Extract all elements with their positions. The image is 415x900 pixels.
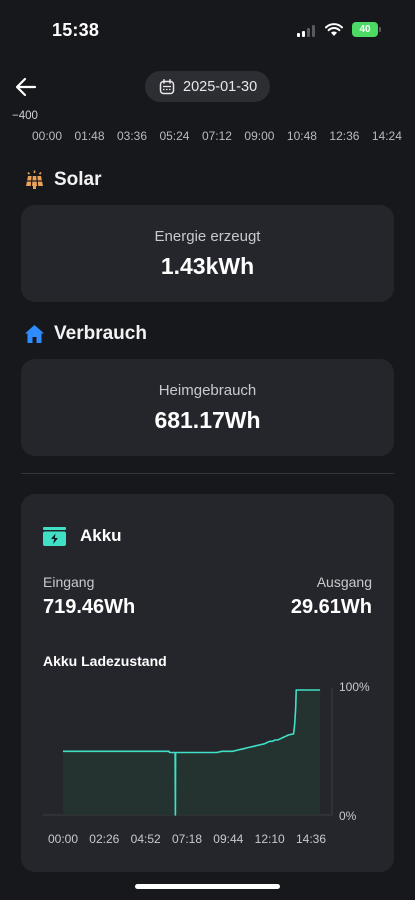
battery-level: 40	[359, 24, 371, 35]
soc-x-tick: 04:52	[131, 832, 161, 846]
back-arrow-icon[interactable]	[14, 76, 38, 98]
x-tick: 07:12	[201, 129, 232, 143]
battery-tip	[379, 27, 381, 32]
soc-x-tick: 00:00	[48, 832, 78, 846]
home-usage-label: Heimgebrauch	[158, 381, 257, 399]
date-picker-button[interactable]: 2025-01-30	[145, 71, 270, 102]
calendar-icon	[159, 78, 175, 94]
verbrauch-title: Verbrauch	[54, 323, 147, 344]
status-time: 15:38	[52, 20, 100, 40]
top-chart-y-label: −400	[12, 110, 38, 122]
home-usage-value: 681.17Wh	[154, 406, 261, 433]
section-divider	[21, 473, 394, 474]
soc-y-tick: 100%	[339, 680, 370, 694]
solar-energy-card: Energie erzeugt 1.43kWh	[21, 205, 394, 302]
akku-card: Akku Eingang 719.46Wh Ausgang 29.61Wh Ak…	[21, 494, 394, 872]
home-icon	[25, 325, 44, 343]
soc-x-tick: 14:36	[296, 832, 326, 846]
x-tick: 00:00	[32, 129, 63, 143]
home-indicator	[135, 884, 280, 889]
solar-title: Solar	[54, 169, 102, 190]
soc-x-tick: 09:44	[213, 832, 243, 846]
soc-x-tick: 12:10	[255, 832, 285, 846]
x-tick: 14:24	[371, 129, 402, 143]
verbrauch-section-title: Verbrauch	[24, 323, 147, 345]
battery-icon: 40	[352, 22, 378, 37]
solar-energy-value: 1.43kWh	[160, 252, 255, 279]
wifi-icon	[325, 23, 343, 36]
soc-chart: 100% 0% 00:00 02:26 04:52 07:18 09:44 12:10 14:3…	[43, 680, 370, 846]
home-usage-card: Heimgebrauch 681.17Wh	[21, 359, 394, 456]
soc-y-tick: 0%	[339, 809, 357, 823]
x-tick: 05:24	[159, 129, 190, 143]
x-tick: 09:00	[244, 129, 275, 143]
soc-x-tick: 02:26	[89, 832, 119, 846]
x-tick: 10:48	[286, 129, 317, 143]
cellular-signal-icon	[297, 25, 315, 37]
selected-date: 2025-01-30	[183, 78, 258, 95]
soc-x-tick: 07:18	[172, 832, 202, 846]
solar-panel-icon	[26, 170, 43, 189]
x-tick: 03:36	[116, 129, 147, 143]
top-chart-x-axis: 00:00 01:48 03:36 05:24 07:12 09:00 10:4…	[32, 129, 402, 143]
x-tick: 01:48	[74, 129, 105, 143]
solar-section-title: Solar	[24, 169, 102, 191]
x-tick: 12:36	[329, 129, 360, 143]
solar-energy-label: Energie erzeugt	[154, 227, 261, 245]
